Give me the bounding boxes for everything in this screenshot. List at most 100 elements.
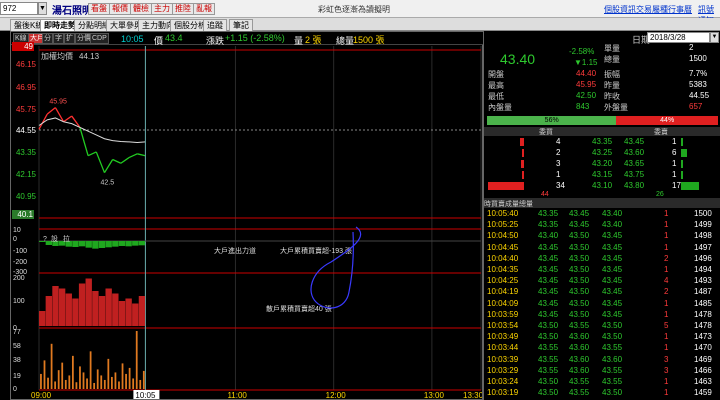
tick-2-1: 43.40 [538,231,559,241]
tick-4-0: 10:04:40 [487,253,519,263]
tick-row-3: 10:04:45 43.45 43.50 43.45 1 1497 [484,243,720,253]
bid-qty-bar-1 [521,149,524,157]
tick-3-3: 43.45 [602,242,623,252]
vol-bar-6 [61,362,64,389]
quote-row-value2-3: 5383 [689,80,707,89]
ticks-head-0: 時 [484,201,491,208]
top-link-1[interactable]: 交易屬種 [636,4,668,15]
vol-bar-0 [40,373,42,389]
p3-bar-9 [98,296,106,326]
p3-bar-8 [92,291,99,326]
top-link-2[interactable]: 行事曆 [668,4,692,15]
tick-row-8: 10:04:09 43.45 43.50 43.45 1 1485 [484,299,720,309]
ticks-head-5: 總量 [519,201,533,208]
tick-13-1: 43.55 [538,354,559,364]
top-button-0[interactable]: 看盤 [88,3,110,15]
tick-3-5: 1497 [694,242,712,252]
tick-0-0: 10:05:40 [487,209,519,218]
low-mark: 42.5 [100,180,114,187]
quote-row-value1-5: 843 [576,102,590,111]
tick-9-5: 1478 [694,309,712,319]
quote-row-value2-5: 657 [689,102,703,111]
tick-7-0: 10:04:19 [487,287,519,297]
vol-bar-18 [103,379,106,389]
bid-qty-1: 2 [556,148,561,157]
tick-15-5: 1463 [694,377,712,386]
tick-9-1: 43.45 [538,309,559,319]
top-button-3[interactable]: 主力 [151,3,173,15]
top-button-2[interactable]: 體檢 [130,3,152,15]
tab-7[interactable]: 筆記 [229,19,253,31]
tick-15-4: 1 [664,377,669,386]
ask-qty-bar-0 [681,138,683,146]
tick-9-2: 43.50 [569,309,590,319]
vol-bar-2 [47,377,49,389]
bid-qty-bar-2 [520,160,524,168]
tick-10-3: 43.50 [602,321,623,330]
vol-bar-27 [135,331,138,389]
tick-16-4: 1 [664,388,669,398]
vol-bar-20 [111,376,113,389]
top-button-1[interactable]: 報價 [109,3,131,15]
top-button-5[interactable]: 亂報 [193,3,215,15]
quote-row-label1-4: 最低 [488,92,504,101]
vol-bar-28 [139,379,142,389]
tick-10-4: 5 [664,321,669,330]
price-segment-6 [79,127,89,156]
quote-row-value1-2: 44.40 [576,69,597,78]
p3-bar-3 [58,288,66,326]
quote-row-value1-3: 45.95 [576,80,597,89]
tick-13-0: 10:03:39 [487,354,519,364]
intraday-chart[interactable]: 加權均價 44.13 45.95 42.5 09:00 11:00 12:00 13:00 13… [11,32,482,399]
ask-qty-2: 1 [672,159,677,168]
tick-13-3: 43.60 [602,354,623,364]
tick-6-1: 43.45 [538,276,559,286]
tick-3-2: 43.50 [569,242,590,252]
tick-row-10: 10:03:54 43.50 43.55 43.50 5 1478 [484,321,720,331]
top-link-0[interactable]: 個股資訊 [604,4,636,15]
ask-qty-3: 1 [672,170,677,179]
stock-code-input[interactable]: 972 [0,2,38,15]
ask-price-1: 43.60 [624,148,645,157]
vol-bar-4 [54,381,57,389]
quote-row-label1-3: 最高 [488,81,504,90]
p2-bar-8 [92,241,99,249]
tick-4-1: 43.45 [538,253,559,263]
vol-bar-21 [114,372,117,389]
p2-bar-7 [85,241,92,248]
top-button-4[interactable]: 推陸 [172,3,194,15]
tick-row-1: 10:05:25 43.35 43.45 43.40 1 1499 [484,220,720,230]
date-picker[interactable]: 2018/3/28 [647,32,710,43]
stock-code-dropdown[interactable]: ▼ [38,2,47,15]
vol-bar-16 [96,369,99,389]
price-axis-label-4: 44.55 [15,126,36,135]
quote-row-label1-5: 內盤量 [488,103,512,112]
price-axis-label-8: 40.1 [12,210,34,219]
date-dropdown-icon[interactable]: ▼ [710,32,719,43]
bid-price-1: 43.25 [592,148,613,157]
p4-axis-3: 19 [13,373,21,380]
ticks-header: 時買賣成量總量 [484,198,720,208]
quote-row-label1-2: 開盤 [488,70,504,79]
p3-bar-5 [72,298,79,326]
tick-9-3: 43.45 [602,309,623,319]
p4-axis-0: 77 [13,329,21,336]
tick-1-4: 1 [664,220,669,230]
top-notice: 彩虹色逐漸為讀擬明 [318,5,390,14]
tick-14-2: 43.60 [569,365,590,375]
quote-row-3: 最高 45.95 昨量 5383 [484,80,720,90]
tab-6[interactable]: 追蹤 [203,19,227,31]
quote-row-value2-2: 7.7% [689,69,708,78]
tick-5-3: 43.45 [602,265,623,274]
tick-14-4: 3 [664,365,669,375]
bid-qty-bar-3 [522,171,524,179]
bid-price-2: 43.20 [592,159,613,168]
price-segment-11 [120,157,130,164]
x-tick-5: 13:30 [463,391,482,399]
tick-15-3: 43.55 [602,377,623,386]
quote-row-value1-0: 2 [689,43,694,52]
p4-axis-2: 38 [13,357,21,364]
p2-bar-6 [78,241,86,247]
p3-bar-4 [65,293,72,326]
p2-bar-5 [72,241,79,247]
